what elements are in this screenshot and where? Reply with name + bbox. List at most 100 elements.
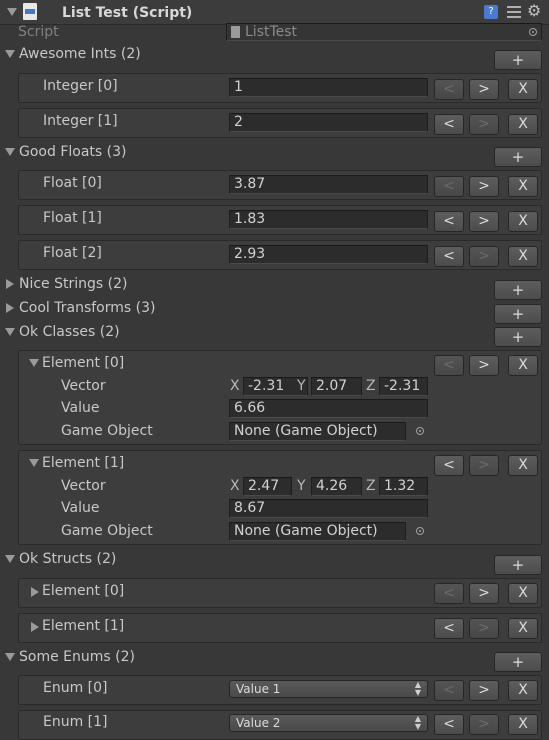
strings-header[interactable]: Nice Strings (2) xyxy=(19,275,127,293)
transforms-add-button[interactable]: + xyxy=(494,304,542,324)
int-field-1[interactable]: 2 xyxy=(229,113,428,132)
object-picker-icon[interactable] xyxy=(416,527,424,535)
struct-1-label[interactable]: Element [1] xyxy=(42,617,124,635)
float-0-next-button[interactable]: > xyxy=(469,176,499,197)
class-0-gameobject-field[interactable]: None (Game Object) xyxy=(229,422,406,441)
floats-foldout-icon[interactable] xyxy=(5,148,15,156)
class-1-x-field[interactable]: 2.47 xyxy=(243,477,292,496)
class-1-remove-button[interactable]: X xyxy=(508,455,538,476)
int-0-remove-button[interactable]: X xyxy=(508,79,538,100)
structs-foldout-icon[interactable] xyxy=(5,555,15,563)
struct-1-next-button[interactable]: > xyxy=(469,618,499,639)
class-0-prev-button[interactable]: < xyxy=(434,355,464,376)
enum-1-prev-button[interactable]: < xyxy=(434,714,464,735)
class-1-x-label: X xyxy=(230,478,240,494)
class-0-value-field[interactable]: 6.66 xyxy=(229,399,428,418)
dropdown-arrows-icon: ▲ ▼ xyxy=(414,714,421,731)
float-label-1: Float [1] xyxy=(43,210,102,226)
class-0-y-field[interactable]: 2.07 xyxy=(311,377,362,396)
struct-0-foldout-icon[interactable] xyxy=(31,587,39,597)
int-1-prev-button[interactable]: < xyxy=(434,114,464,135)
struct-0-label[interactable]: Element [0] xyxy=(42,582,124,600)
float-1-next-button[interactable]: > xyxy=(469,211,499,232)
classes-foldout-icon[interactable] xyxy=(5,328,15,336)
enum-label-0: Enum [0] xyxy=(43,680,108,696)
float-2-next-button[interactable]: > xyxy=(469,246,499,267)
class-0-z-label: Z xyxy=(366,378,376,394)
float-field-0[interactable]: 3.87 xyxy=(229,175,428,194)
int-0-prev-button[interactable]: < xyxy=(434,79,464,100)
inspector-header: List Test (Script) ? ⚙ xyxy=(0,0,549,25)
strings-add-button[interactable]: + xyxy=(494,280,542,300)
enums-add-button[interactable]: + xyxy=(494,652,542,672)
struct-1-remove-button[interactable]: X xyxy=(508,618,538,639)
structs-add-button[interactable]: + xyxy=(494,555,542,575)
class-1-gameobject-field[interactable]: None (Game Object) xyxy=(229,522,406,541)
strings-foldout-icon[interactable] xyxy=(6,279,14,289)
enum-0-value: Value 1 xyxy=(236,682,281,696)
float-field-1[interactable]: 1.83 xyxy=(229,210,428,229)
int-field-0[interactable]: 1 xyxy=(229,78,428,97)
struct-1-foldout-icon[interactable] xyxy=(31,622,39,632)
object-picker-icon[interactable] xyxy=(529,28,537,36)
dropdown-arrows-icon: ▲ ▼ xyxy=(414,680,421,697)
class-1-label[interactable]: Element [1] xyxy=(42,454,124,472)
struct-0-prev-button[interactable]: < xyxy=(434,583,464,604)
gear-icon[interactable]: ⚙ xyxy=(527,2,541,20)
int-1-next-button[interactable]: > xyxy=(469,114,499,135)
enums-header[interactable]: Some Enums (2) xyxy=(19,648,135,666)
floats-header[interactable]: Good Floats (3) xyxy=(19,143,126,161)
transforms-header[interactable]: Cool Transforms (3) xyxy=(19,299,155,317)
struct-1-prev-button[interactable]: < xyxy=(434,618,464,639)
structs-header[interactable]: Ok Structs (2) xyxy=(19,550,116,568)
float-0-prev-button[interactable]: < xyxy=(434,176,464,197)
float-label-0: Float [0] xyxy=(43,175,102,191)
float-0-remove-button[interactable]: X xyxy=(508,176,538,197)
classes-add-button[interactable]: + xyxy=(494,327,542,347)
help-icon[interactable]: ? xyxy=(484,5,498,19)
class-0-label[interactable]: Element [0] xyxy=(42,354,124,372)
enum-label-1: Enum [1] xyxy=(43,714,108,730)
class-0-remove-button[interactable]: X xyxy=(508,355,538,376)
class-1-vector-label: Vector xyxy=(61,478,106,494)
enum-0-prev-button[interactable]: < xyxy=(434,680,464,701)
class-0-vector-label: Vector xyxy=(61,378,106,394)
ints-foldout-icon[interactable] xyxy=(5,50,15,58)
class-0-foldout-icon[interactable] xyxy=(29,359,39,367)
class-1-foldout-icon[interactable] xyxy=(29,459,39,467)
float-field-2[interactable]: 2.93 xyxy=(229,245,428,264)
float-1-prev-button[interactable]: < xyxy=(434,211,464,232)
preset-icon[interactable] xyxy=(507,4,521,19)
object-picker-icon[interactable] xyxy=(416,427,424,435)
float-2-prev-button[interactable]: < xyxy=(434,246,464,267)
struct-0-remove-button[interactable]: X xyxy=(508,583,538,604)
transforms-foldout-icon[interactable] xyxy=(6,303,14,313)
enum-1-remove-button[interactable]: X xyxy=(508,714,538,735)
floats-add-button[interactable]: + xyxy=(494,147,542,167)
enum-0-next-button[interactable]: > xyxy=(469,680,499,701)
enum-0-dropdown[interactable]: Value 1 ▲ ▼ xyxy=(229,680,428,698)
enums-foldout-icon[interactable] xyxy=(5,653,15,661)
class-1-y-field[interactable]: 4.26 xyxy=(311,477,362,496)
script-field[interactable]: ListTest xyxy=(226,23,542,41)
class-1-value-field[interactable]: 8.67 xyxy=(229,499,428,518)
component-foldout-icon[interactable] xyxy=(7,8,17,16)
class-0-z-field[interactable]: -2.31 xyxy=(379,377,428,396)
int-1-remove-button[interactable]: X xyxy=(508,114,538,135)
int-label-0: Integer [0] xyxy=(43,78,118,94)
classes-header[interactable]: Ok Classes (2) xyxy=(19,323,120,341)
enum-1-next-button[interactable]: > xyxy=(469,714,499,735)
enum-1-dropdown[interactable]: Value 2 ▲ ▼ xyxy=(229,714,428,732)
class-1-z-field[interactable]: 1.32 xyxy=(379,477,428,496)
float-label-2: Float [2] xyxy=(43,245,102,261)
float-2-remove-button[interactable]: X xyxy=(508,246,538,267)
class-1-prev-button[interactable]: < xyxy=(434,455,464,476)
struct-0-next-button[interactable]: > xyxy=(469,583,499,604)
ints-header[interactable]: Awesome Ints (2) xyxy=(19,45,141,63)
float-1-remove-button[interactable]: X xyxy=(508,211,538,232)
int-0-next-button[interactable]: > xyxy=(469,79,499,100)
class-1-next-button[interactable]: > xyxy=(469,455,499,476)
class-0-next-button[interactable]: > xyxy=(469,355,499,376)
ints-add-button[interactable]: + xyxy=(494,50,542,70)
enum-0-remove-button[interactable]: X xyxy=(508,680,538,701)
